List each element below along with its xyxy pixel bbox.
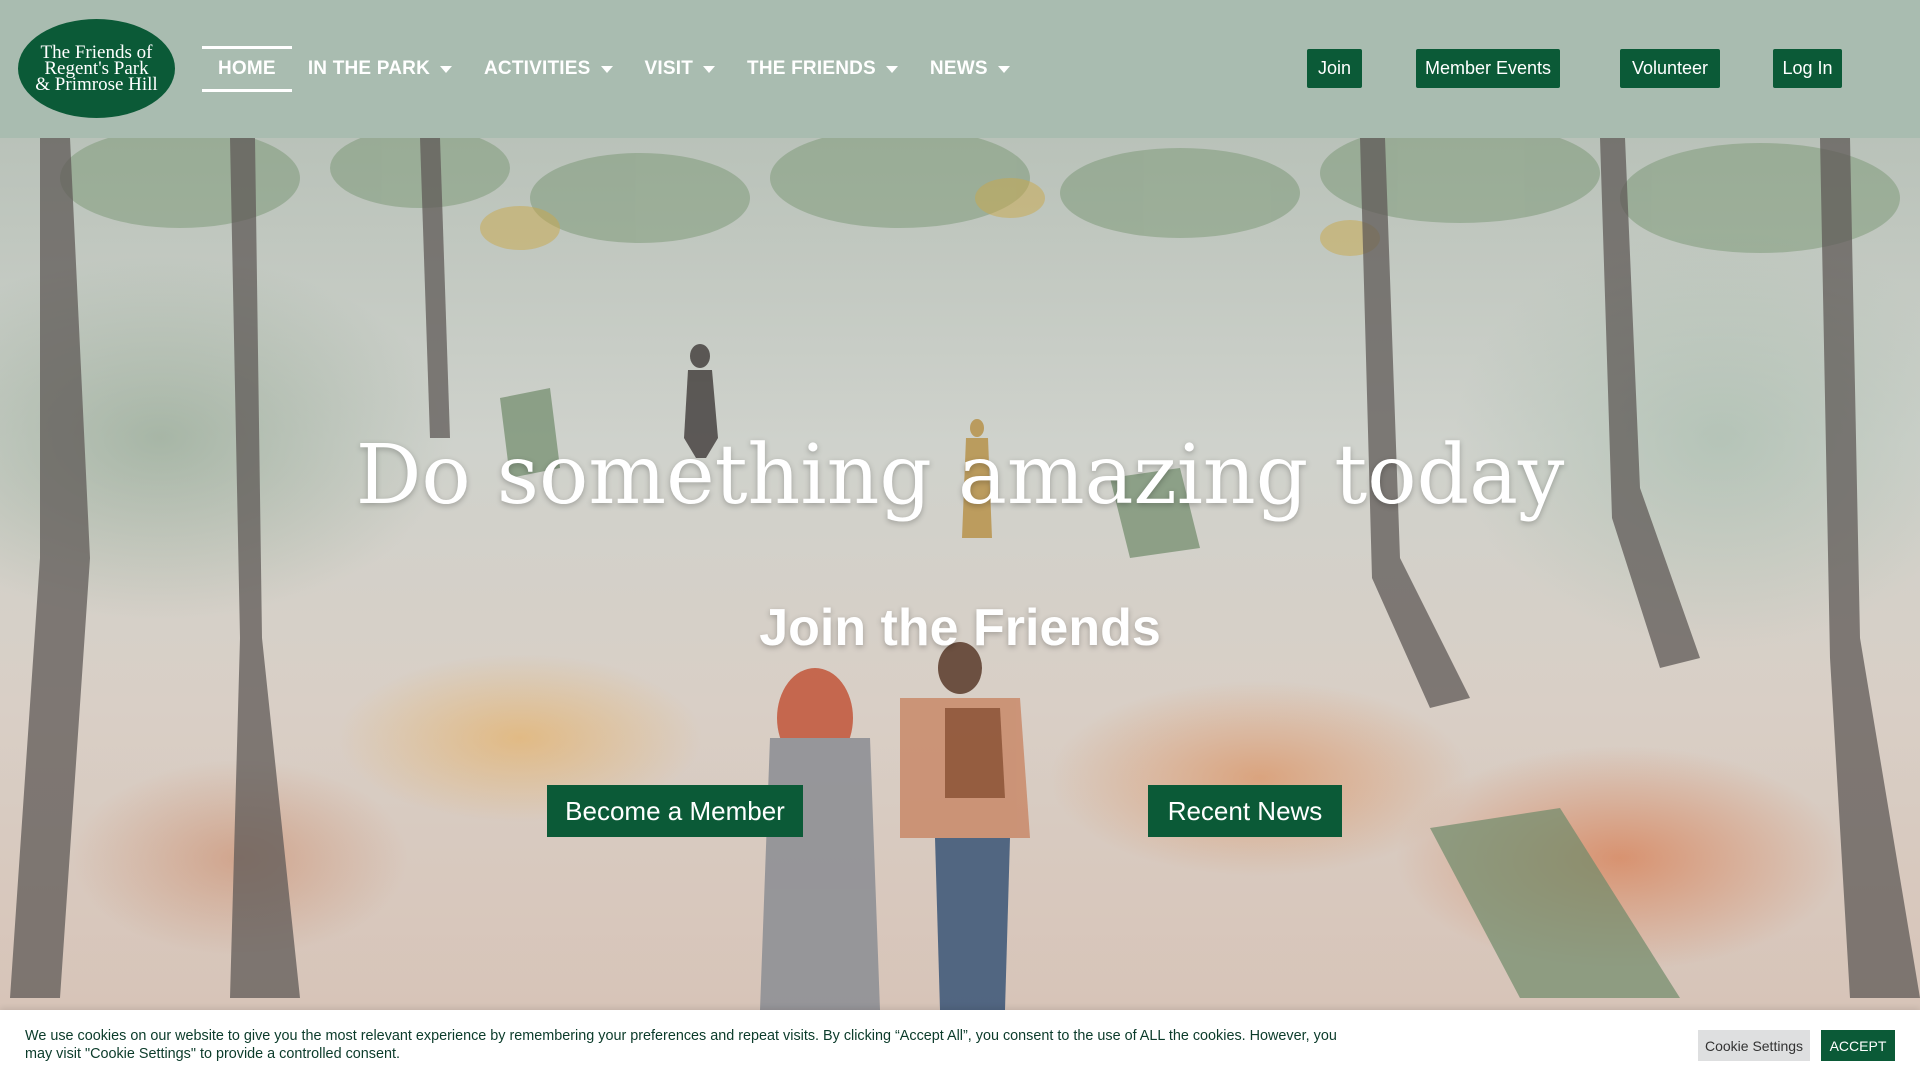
hero-section: Do something amazing today Join the Frie… [0,138,1920,1010]
join-button[interactable]: Join [1307,49,1362,88]
site-header: The Friends of Regent's Park & Primrose … [0,0,1920,138]
nav-item-in-the-park[interactable]: IN THE PARK [292,46,468,92]
chevron-down-icon [885,65,898,73]
log-in-button[interactable]: Log In [1773,49,1842,88]
nav-item-label: NEWS [929,58,988,79]
chevron-down-icon [703,65,716,73]
main-nav: HOME IN THE PARK ACTIVITIES VISIT THE FR… [202,46,1026,92]
nav-item-home[interactable]: HOME [202,46,292,92]
volunteer-button[interactable]: Volunteer [1620,49,1720,88]
nav-item-label: THE FRIENDS [747,58,876,79]
cookie-settings-button[interactable]: Cookie Settings [1698,1030,1810,1061]
park-watercolor-illustration [10,138,1920,1010]
nav-item-activities[interactable]: ACTIVITIES [468,46,629,92]
cookie-banner: We use cookies on our website to give yo… [0,1010,1920,1080]
chevron-down-icon [600,65,613,73]
cookie-accept-button[interactable]: ACCEPT [1821,1030,1895,1061]
cookie-consent-text: We use cookies on our website to give yo… [25,1028,1337,1062]
nav-item-label: ACTIVITIES [484,58,591,79]
hero-subtitle: Join the Friends [759,599,1161,657]
logo-line-3: & Primrose Hill [35,73,158,95]
site-logo[interactable]: The Friends of Regent's Park & Primrose … [18,19,175,118]
nav-item-visit[interactable]: VISIT [629,46,732,92]
recent-news-button[interactable]: Recent News [1148,785,1342,837]
nav-item-label: IN THE PARK [307,58,430,79]
chevron-down-icon [440,65,452,73]
nav-item-the-friends[interactable]: THE FRIENDS [731,46,914,92]
become-member-button[interactable]: Become a Member [547,785,803,837]
nav-item-news[interactable]: NEWS [914,46,1026,92]
member-events-button[interactable]: Member Events [1416,49,1560,88]
hero-title: Do something amazing today [355,428,1565,523]
nav-item-label: HOME [218,58,276,79]
nav-item-label: VISIT [644,58,694,79]
chevron-down-icon [997,65,1010,73]
